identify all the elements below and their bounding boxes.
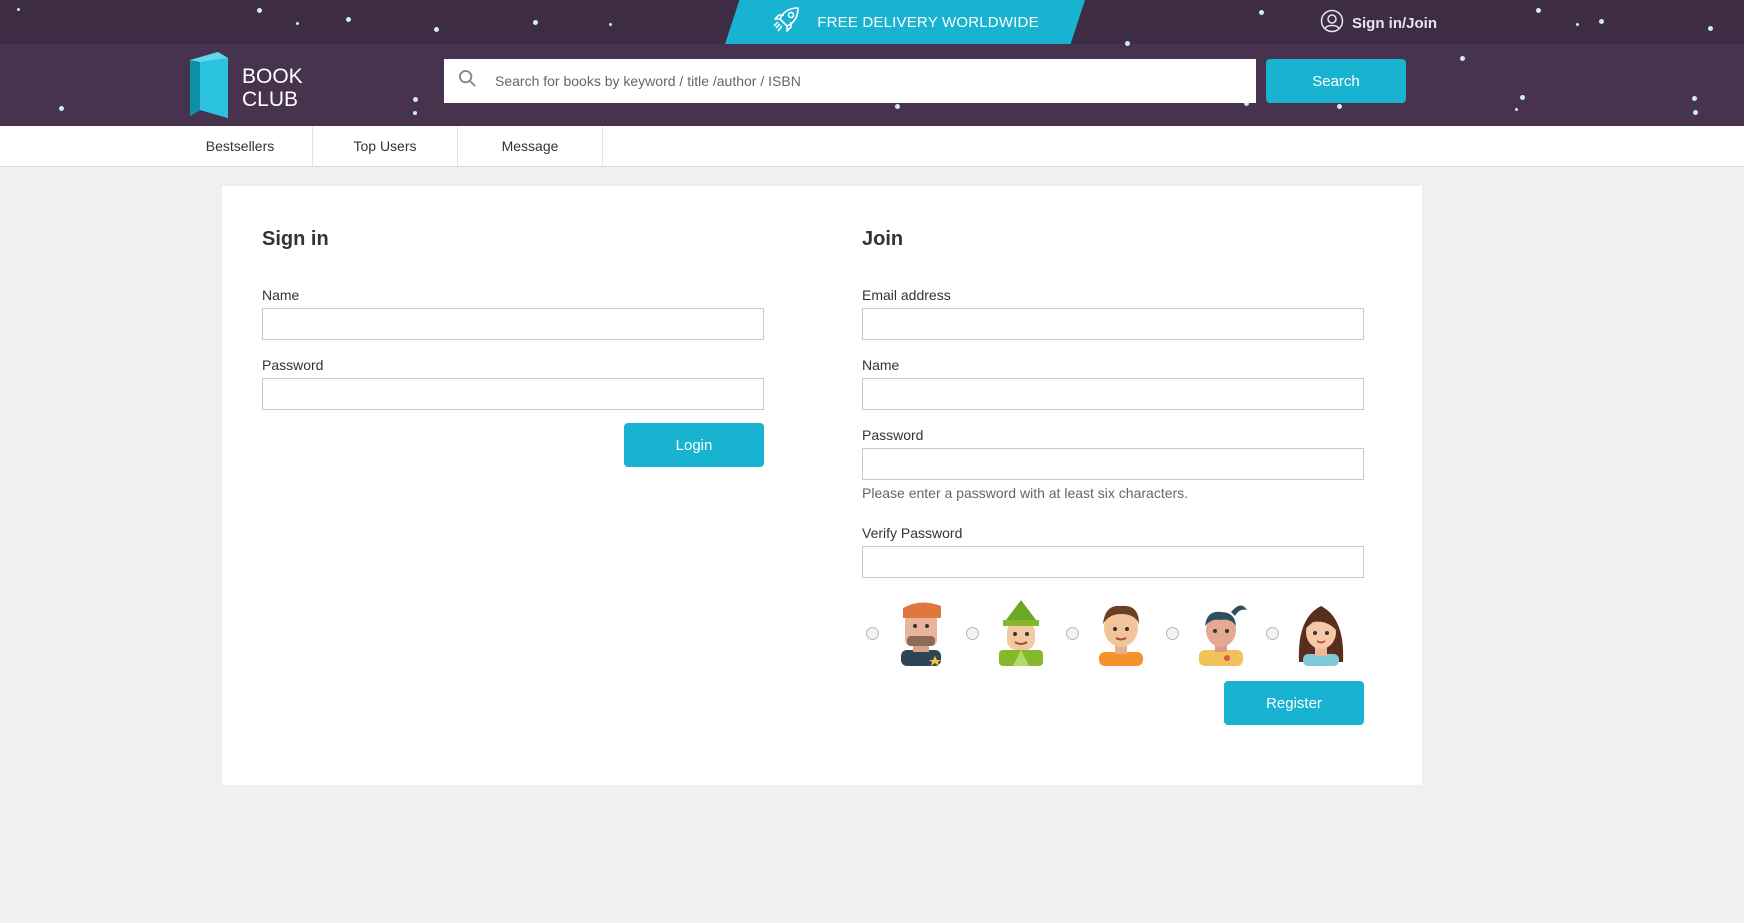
search-box bbox=[444, 59, 1256, 103]
join-password-label: Password bbox=[862, 427, 924, 443]
avatar-option bbox=[862, 600, 962, 666]
avatar-option bbox=[1262, 600, 1362, 666]
sign-in-join-label: Sign in/Join bbox=[1352, 14, 1437, 32]
sign-in-name-input[interactable] bbox=[262, 308, 764, 340]
delivery-banner-text: FREE DELIVERY WORLDWIDE bbox=[817, 13, 1039, 31]
avatar-option bbox=[962, 600, 1062, 666]
join-password-input[interactable] bbox=[862, 448, 1364, 480]
avatar-radio[interactable] bbox=[1066, 626, 1079, 640]
nav-item-message[interactable]: Message bbox=[458, 126, 603, 166]
avatar-radio[interactable] bbox=[1266, 626, 1279, 640]
avatar-ponytail-woman-icon bbox=[1191, 600, 1251, 666]
logo-text-line1: BOOK bbox=[242, 64, 303, 88]
join-email-label: Email address bbox=[862, 287, 951, 303]
join-title: Join bbox=[862, 228, 904, 250]
search-icon bbox=[458, 69, 493, 93]
avatar-radio[interactable] bbox=[1166, 626, 1179, 640]
delivery-banner: FREE DELIVERY WORLDWIDE bbox=[725, 0, 1085, 44]
search-button[interactable]: Search bbox=[1266, 59, 1406, 103]
main-nav: Bestsellers Top Users Message bbox=[0, 126, 1744, 167]
avatar-radio[interactable] bbox=[866, 626, 879, 640]
avatar-option bbox=[1162, 600, 1262, 666]
avatar-elf-icon bbox=[991, 600, 1051, 666]
avatar-option bbox=[1062, 600, 1162, 666]
join-email-input[interactable] bbox=[862, 308, 1364, 340]
sign-in-title: Sign in bbox=[262, 228, 329, 250]
logo-text-line2: CLUB bbox=[242, 87, 299, 111]
register-button[interactable]: Register bbox=[1224, 681, 1364, 725]
avatar-picker bbox=[862, 600, 1362, 666]
nav-item-top-users[interactable]: Top Users bbox=[313, 126, 458, 166]
avatar-girl-icon bbox=[1291, 600, 1351, 666]
nav-item-bestsellers[interactable]: Bestsellers bbox=[168, 126, 313, 166]
sign-in-name-label: Name bbox=[262, 287, 300, 303]
join-verify-label: Verify Password bbox=[862, 525, 963, 541]
rocket-icon bbox=[771, 4, 803, 40]
sign-in-join-link[interactable]: Sign in/Join bbox=[1320, 9, 1437, 37]
avatar-beret-man-icon bbox=[891, 600, 951, 666]
sign-in-password-label: Password bbox=[262, 357, 324, 373]
book-icon bbox=[190, 52, 228, 123]
join-name-label: Name bbox=[862, 357, 900, 373]
password-hint: Please enter a password with at least si… bbox=[862, 485, 1189, 501]
auth-card: Sign in Name Password Login Join Email a… bbox=[222, 186, 1422, 785]
avatar-boy-icon bbox=[1091, 600, 1151, 666]
user-icon bbox=[1320, 9, 1344, 37]
sign-in-password-input[interactable] bbox=[262, 378, 764, 410]
login-button[interactable]: Login bbox=[624, 423, 764, 467]
site-header: FREE DELIVERY WORLDWIDE Sign in/Join BOO… bbox=[0, 0, 1744, 126]
join-name-input[interactable] bbox=[862, 378, 1364, 410]
join-verify-input[interactable] bbox=[862, 546, 1364, 578]
avatar-radio[interactable] bbox=[966, 626, 979, 640]
site-logo[interactable]: BOOK CLUB bbox=[190, 52, 312, 123]
search-input[interactable] bbox=[493, 72, 1233, 90]
